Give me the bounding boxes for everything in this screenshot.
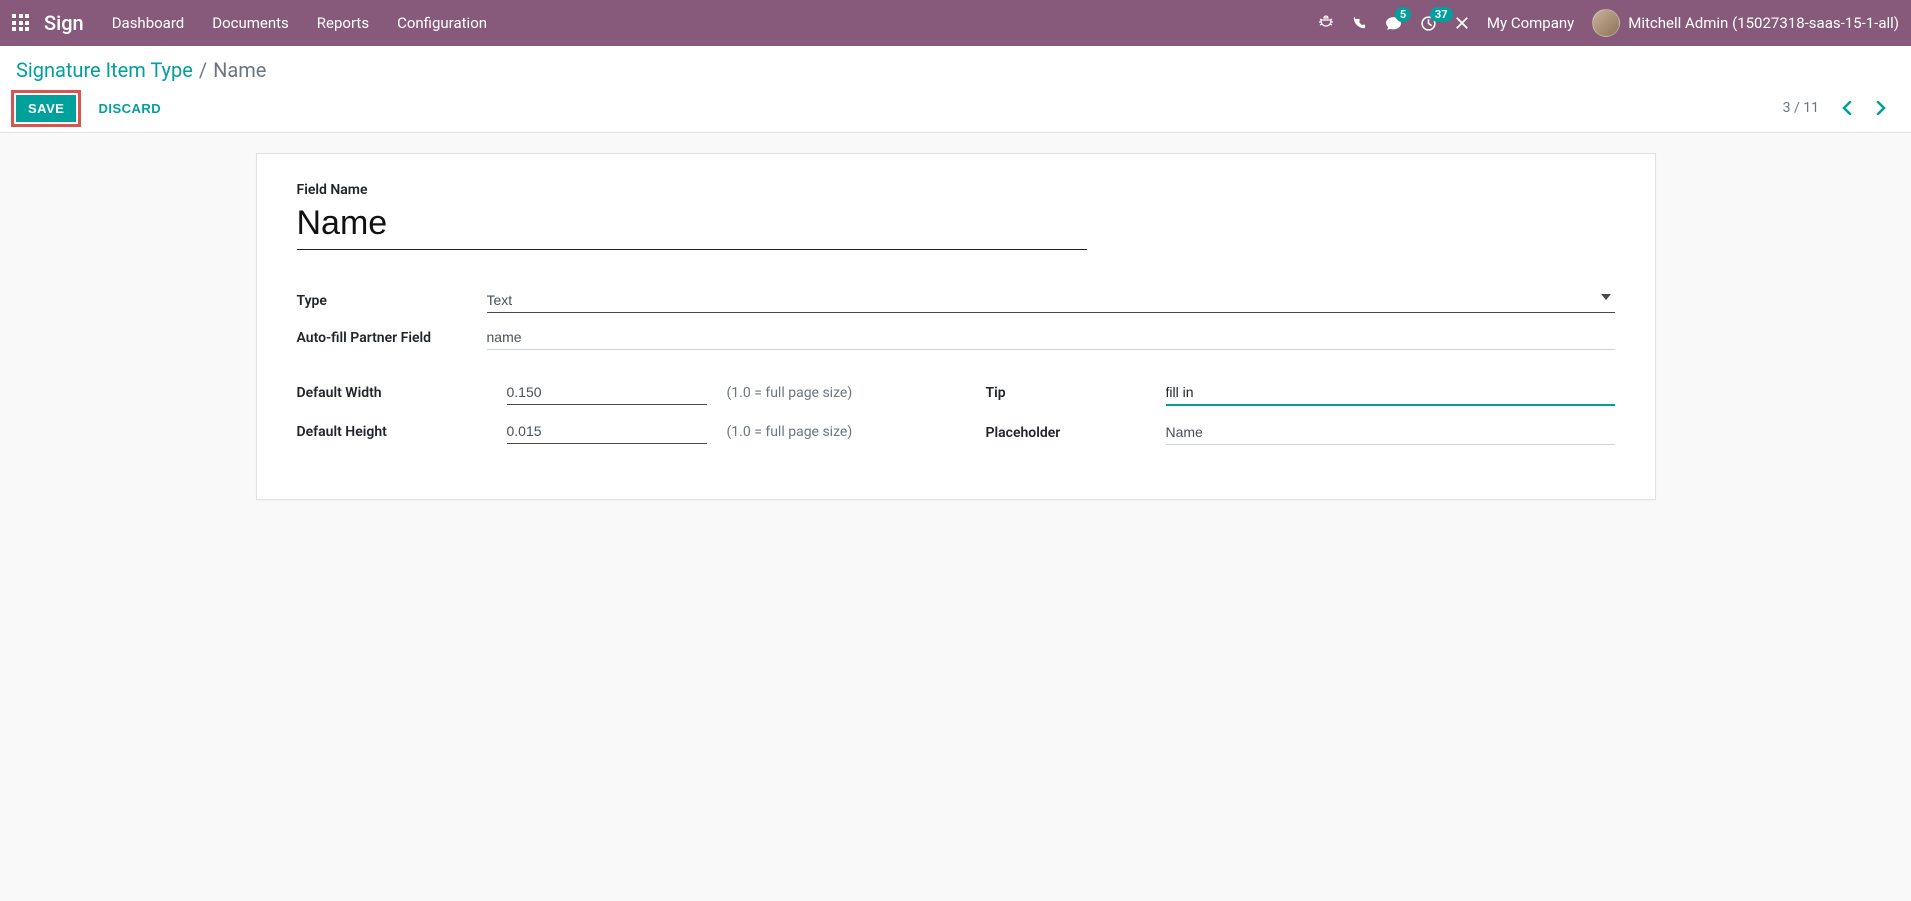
default-width-input[interactable] <box>507 380 707 405</box>
nav-link-dashboard[interactable]: Dashboard <box>112 14 185 32</box>
user-name: Mitchell Admin (15027318-saas-15-1-all) <box>1628 14 1899 32</box>
pager-next[interactable] <box>1867 94 1895 122</box>
user-menu[interactable]: Mitchell Admin (15027318-saas-15-1-all) <box>1592 9 1899 37</box>
breadcrumb-current: Name <box>213 58 266 82</box>
save-button[interactable]: SAVE <box>16 95 76 122</box>
placeholder-label: Placeholder <box>986 425 1166 441</box>
width-hint: (1.0 = full page size) <box>727 385 926 401</box>
type-select[interactable] <box>487 288 1615 313</box>
tip-label: Tip <box>986 385 1166 401</box>
nav-links: Dashboard Documents Reports Configuratio… <box>112 14 487 32</box>
messages-badge: 5 <box>1395 7 1411 22</box>
close-x-icon[interactable] <box>1455 16 1469 30</box>
height-hint: (1.0 = full page size) <box>727 424 926 440</box>
bug-icon[interactable] <box>1318 15 1334 31</box>
apps-icon[interactable] <box>12 14 30 32</box>
nav-right: 5 37 My Company Mitchell Admin (15027318… <box>1318 9 1899 37</box>
form-wrap: Field Name Type Auto-fill Partner Field … <box>0 133 1911 520</box>
default-height-label: Default Height <box>297 424 487 440</box>
autofill-label: Auto-fill Partner Field <box>297 330 487 346</box>
autofill-input[interactable] <box>487 325 1615 350</box>
nav-link-reports[interactable]: Reports <box>317 14 369 32</box>
field-name-label: Field Name <box>297 182 1615 198</box>
avatar <box>1592 9 1620 37</box>
phone-icon[interactable] <box>1352 16 1367 31</box>
placeholder-input[interactable] <box>1166 420 1615 445</box>
activities-icon[interactable]: 37 <box>1420 15 1437 32</box>
activities-badge: 37 <box>1430 7 1453 22</box>
pager-count[interactable]: 3 / 11 <box>1783 100 1819 116</box>
form-sheet: Field Name Type Auto-fill Partner Field … <box>256 153 1656 500</box>
pager-prev[interactable] <box>1833 94 1861 122</box>
pager: 3 / 11 <box>1783 94 1895 122</box>
company-switcher[interactable]: My Company <box>1487 14 1574 32</box>
top-navbar: Sign Dashboard Documents Reports Configu… <box>0 0 1911 46</box>
app-brand[interactable]: Sign <box>44 11 84 35</box>
nav-link-documents[interactable]: Documents <box>212 14 289 32</box>
field-name-input[interactable] <box>297 202 1088 250</box>
breadcrumb-root[interactable]: Signature Item Type <box>16 58 193 82</box>
control-panel: Signature Item Type/Name SAVE DISCARD 3 … <box>0 46 1911 133</box>
type-label: Type <box>297 293 487 309</box>
default-height-input[interactable] <box>507 419 707 444</box>
default-width-label: Default Width <box>297 385 487 401</box>
messages-icon[interactable]: 5 <box>1385 15 1402 32</box>
nav-link-configuration[interactable]: Configuration <box>397 14 487 32</box>
tip-input[interactable] <box>1166 380 1615 406</box>
discard-button[interactable]: DISCARD <box>86 95 173 122</box>
breadcrumb: Signature Item Type/Name <box>16 58 1895 82</box>
